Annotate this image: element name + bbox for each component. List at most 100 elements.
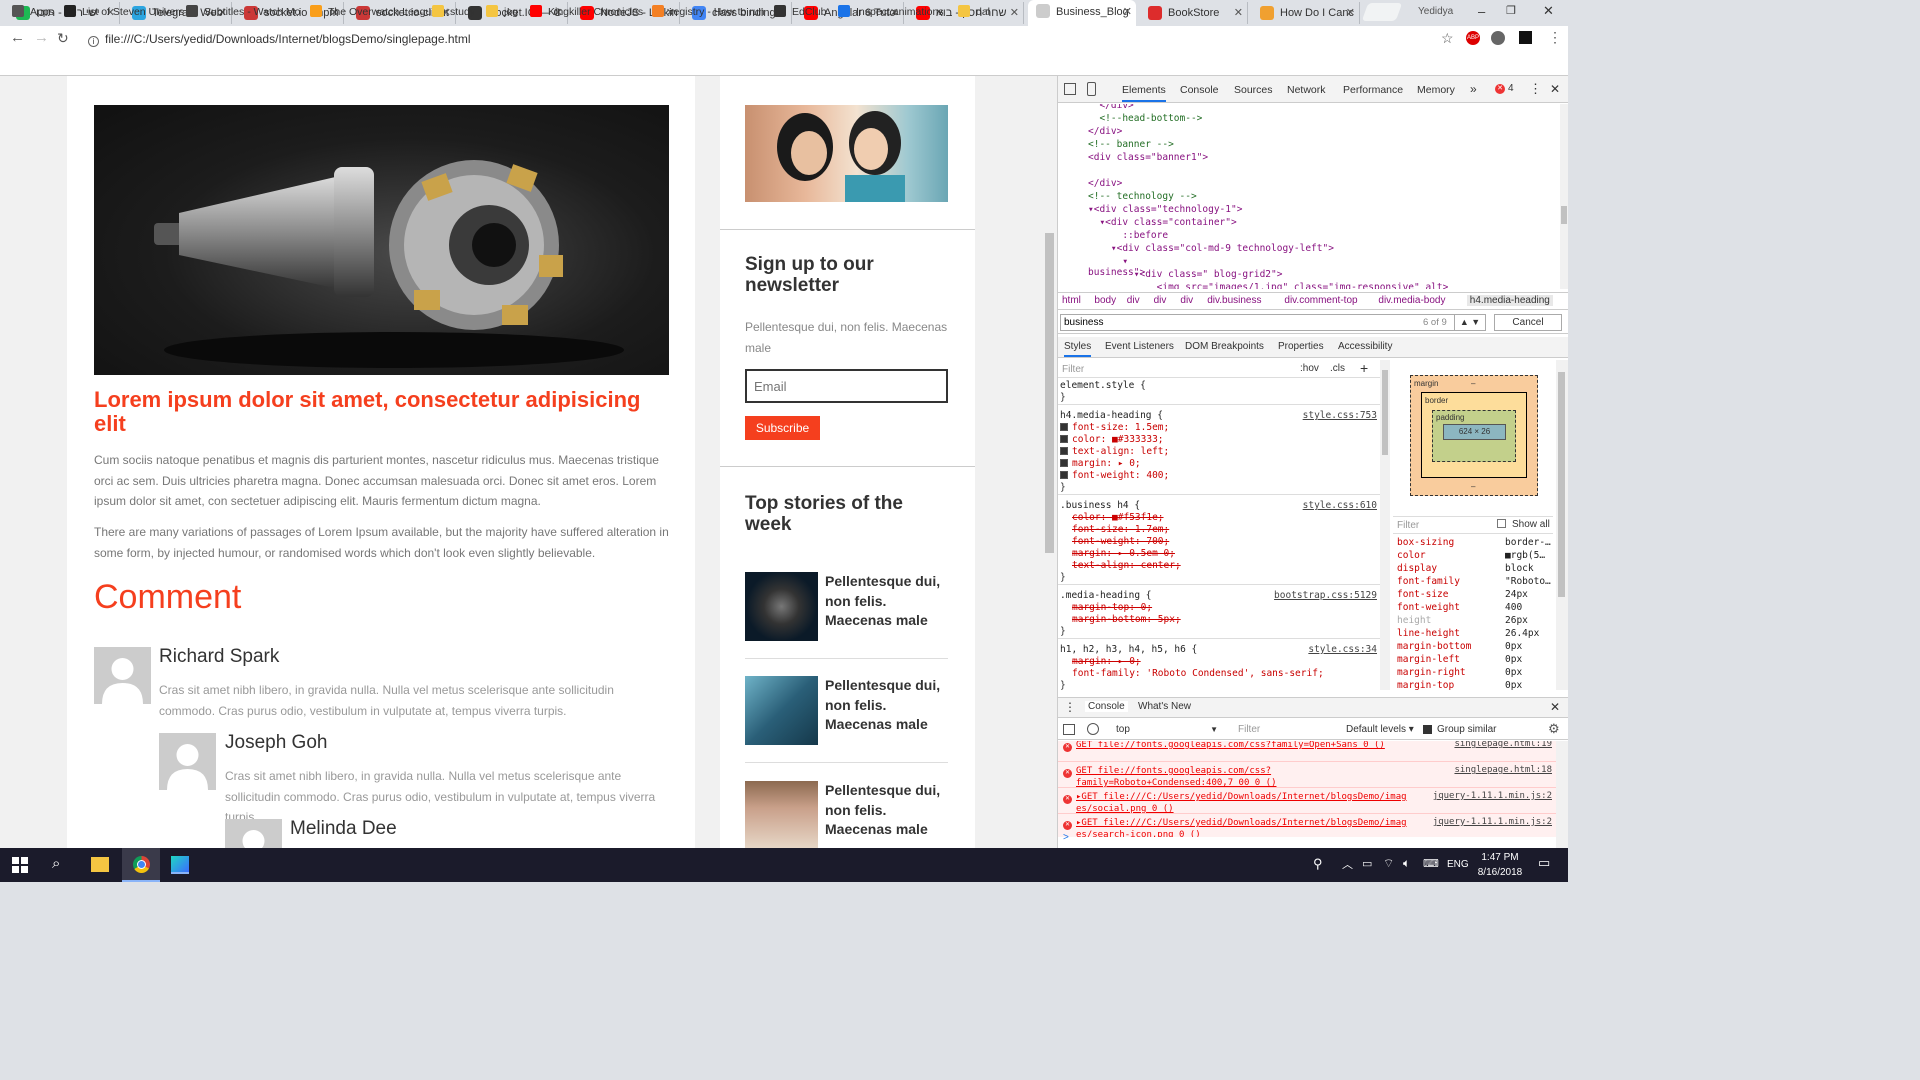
subtab-styles[interactable]: Styles — [1064, 341, 1092, 357]
clock-date[interactable]: 8/16/2018 — [1475, 867, 1525, 878]
people-icon[interactable]: ⚲ — [1313, 856, 1323, 872]
network-icon[interactable]: ⌔ — [1383, 856, 1394, 871]
css-source-link[interactable]: style.css:610 — [1303, 500, 1377, 511]
style-rules[interactable]: element.style {} h4.media-heading {style.… — [1058, 378, 1380, 690]
devtools-tab-sources[interactable]: Sources — [1234, 84, 1273, 96]
error-source-link[interactable]: singlepage.html:18 — [1454, 765, 1552, 775]
forward-icon[interactable]: → — [34, 29, 49, 46]
box-border[interactable]: border padding 624 × 26 — [1421, 392, 1527, 478]
inspect-element-icon[interactable] — [1064, 83, 1076, 95]
breadcrumb-item[interactable]: div — [1180, 295, 1193, 306]
console-output[interactable]: ✕ GET file://fonts.googleapis.com/css?fam… — [1058, 741, 1556, 837]
computed-property[interactable]: font-size 24px — [1397, 589, 1553, 600]
css-declaration[interactable]: text-align: left; — [1060, 446, 1169, 457]
clear-console-icon[interactable] — [1087, 723, 1099, 735]
computed-filter-input[interactable]: Filter — [1397, 520, 1419, 531]
breadcrumb-item[interactable]: div.business — [1207, 295, 1261, 306]
bookmark-item[interactable]: The Overwatch Leagu — [310, 5, 431, 18]
dom-node[interactable]: ::before — [1088, 230, 1168, 241]
volume-icon[interactable]: 🔈︎ — [1403, 856, 1410, 871]
search-cancel-button[interactable]: Cancel — [1494, 314, 1562, 331]
error-source-link[interactable]: singlepage.html:19 — [1454, 741, 1552, 749]
computed-properties[interactable]: box-sizing border-… color ■rgb(5… display blo… — [1393, 536, 1553, 691]
console-settings-icon[interactable]: ⚙ — [1548, 721, 1560, 737]
breadcrumb-item[interactable]: div.comment-top — [1284, 295, 1357, 306]
css-declaration[interactable]: color: ■#333333; — [1060, 434, 1164, 445]
tab-close-icon[interactable]: ✕ — [1123, 0, 1132, 24]
close-drawer-icon[interactable]: ✕ — [1550, 700, 1560, 714]
language-indicator[interactable]: ENG — [1447, 859, 1469, 870]
webstorm-icon[interactable] — [171, 856, 189, 874]
devtools-tab-network[interactable]: Network — [1287, 84, 1326, 96]
dom-tree[interactable]: </div> <!--head-bottom--> </div> <!-- bann… — [1060, 104, 1554, 289]
box-padding[interactable]: padding 624 × 26 — [1432, 410, 1516, 462]
computed-scrollbar[interactable] — [1556, 360, 1568, 690]
story-title[interactable]: Pellentesque dui, non felis. Maecenas ma… — [825, 781, 950, 840]
more-tabs-icon[interactable]: » — [1470, 82, 1477, 96]
devtools-tab-performance[interactable]: Performance — [1343, 84, 1403, 96]
bookmark-item[interactable]: Subtitles - Watch Mo — [186, 5, 300, 18]
device-toolbar-icon[interactable] — [1087, 82, 1096, 96]
sidebar-toggle-icon[interactable] — [1063, 724, 1075, 735]
breadcrumb-item[interactable]: div — [1127, 295, 1140, 306]
css-declaration[interactable]: font-size: 1.5em; — [1060, 422, 1169, 433]
windows-start-icon[interactable] — [12, 857, 28, 873]
minimize-icon[interactable]: – — [1478, 4, 1485, 19]
console-error-row[interactable]: ✕ ▸GET file:///C:/Users/yedid/Downloads/I… — [1058, 814, 1556, 837]
bookmark-item[interactable]: registry - How to run — [652, 5, 765, 18]
dom-search-input[interactable] — [1060, 314, 1455, 331]
bookmark-item[interactable]: List of Steven Univers — [64, 5, 184, 18]
css-source-link[interactable]: style.css:34 — [1308, 644, 1377, 655]
show-hidden-icons[interactable]: ︿ — [1342, 856, 1353, 872]
bookmark-star-icon[interactable]: ☆ — [1441, 30, 1454, 47]
clock-time[interactable]: 1:47 PM — [1480, 852, 1520, 863]
bookmark-item[interactable]: EdClub — [774, 5, 826, 18]
css-selector[interactable]: .business h4 { — [1060, 500, 1140, 511]
subtab-accessibility[interactable]: Accessibility — [1338, 341, 1392, 352]
error-message[interactable]: ▸GET file:///C:/Users/yedid/Downloads/In… — [1076, 791, 1411, 815]
browser-tab[interactable]: Business_Blog ✕ — [1028, 0, 1136, 26]
css-declaration[interactable]: text-align: center; — [1060, 560, 1181, 571]
css-declaration[interactable]: font-family: 'Roboto Condensed', sans-se… — [1060, 668, 1324, 679]
css-declaration[interactable]: font-size: 1.7em; — [1060, 524, 1169, 535]
extension-icon[interactable] — [1491, 31, 1505, 45]
close-window-icon[interactable]: ✕ — [1543, 3, 1554, 19]
dom-node[interactable]: ▾<div class="col-md-9 technology-left"> — [1088, 243, 1334, 254]
error-message[interactable]: ▸GET file:///C:/Users/yedid/Downloads/In… — [1076, 817, 1411, 837]
css-declaration[interactable]: margin: ▸ 0; — [1060, 458, 1141, 469]
computed-property[interactable]: display block — [1397, 563, 1553, 574]
devtools-menu-icon[interactable]: ⋮ — [1529, 81, 1542, 97]
declaration-checkbox[interactable] — [1060, 447, 1068, 455]
css-declaration[interactable]: margin: ▸ 0.5em 0; — [1060, 548, 1175, 559]
tab-close-icon[interactable]: ✕ — [1010, 2, 1019, 24]
jetbrains-icon[interactable] — [1519, 31, 1532, 44]
notifications-icon[interactable]: ▭ — [1538, 855, 1550, 871]
error-message[interactable]: GET file://fonts.googleapis.com/css?fami… — [1076, 741, 1411, 751]
css-source-link[interactable]: style.css:753 — [1303, 410, 1377, 421]
search-icon[interactable]: ⌕ — [52, 855, 60, 872]
drawer-menu-icon[interactable]: ⋮ — [1064, 700, 1076, 714]
css-declaration[interactable]: font-weight: 700; — [1060, 536, 1169, 547]
story-thumbnail[interactable] — [745, 676, 818, 745]
dom-node[interactable]: ▾<div class="container"> — [1088, 217, 1236, 228]
new-tab-button[interactable] — [1361, 3, 1403, 21]
bookmark-item[interactable]: dal — [958, 5, 990, 18]
breadcrumb-item[interactable]: h4.media-heading — [1466, 295, 1553, 306]
css-selector[interactable]: element.style { — [1060, 380, 1146, 391]
computed-property[interactable]: color ■rgb(5… — [1397, 550, 1553, 561]
close-devtools-icon[interactable]: ✕ — [1550, 82, 1560, 96]
add-rule-icon[interactable]: + — [1360, 360, 1368, 376]
css-declaration[interactable]: color: ■#f53f1e; — [1060, 512, 1164, 523]
error-source-link[interactable]: jquery-1.11.1.min.js:2 — [1433, 817, 1552, 827]
declaration-checkbox[interactable] — [1060, 471, 1068, 479]
computed-property[interactable]: font-family "Roboto… — [1397, 576, 1553, 587]
console-filter-input[interactable]: Filter — [1232, 721, 1340, 738]
profile-name[interactable]: Yedidya — [1418, 6, 1453, 17]
breadcrumb-item[interactable]: body — [1094, 295, 1116, 306]
bookmark-item[interactable]: Apps — [12, 5, 54, 18]
tab-close-icon[interactable]: ✕ — [1346, 2, 1355, 24]
css-declaration[interactable]: margin: ▸ 0; — [1060, 656, 1141, 667]
dom-node[interactable]: <!-- technology --> — [1088, 191, 1197, 202]
subscribe-button[interactable]: Subscribe — [745, 416, 820, 440]
story-title[interactable]: Pellentesque dui, non felis. Maecenas ma… — [825, 572, 950, 631]
